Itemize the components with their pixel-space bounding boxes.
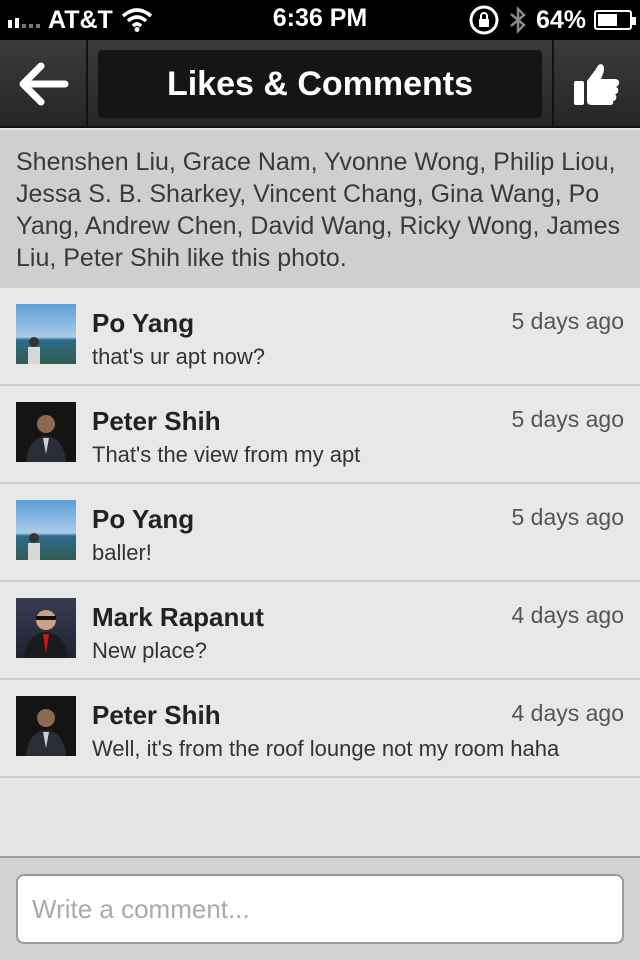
page-title: Likes & Comments (98, 50, 542, 118)
back-arrow-icon (19, 62, 69, 106)
signal-strength-icon (8, 12, 40, 28)
comment-item: Po Yang 5 days ago baller! (0, 484, 640, 582)
status-left: AT&T (8, 6, 153, 35)
back-button[interactable] (0, 40, 88, 128)
comment-author[interactable]: Mark Rapanut (92, 602, 264, 633)
comment-timestamp: 4 days ago (511, 602, 624, 628)
status-bar: AT&T 6:36 PM 64% (0, 0, 640, 40)
rotation-lock-icon (469, 5, 499, 35)
comment-timestamp: 4 days ago (511, 700, 624, 726)
like-button[interactable] (552, 40, 640, 128)
comment-text: New place? (92, 638, 207, 663)
wifi-icon (121, 8, 152, 32)
battery-fill (598, 14, 618, 26)
comment-author[interactable]: Po Yang (92, 504, 194, 535)
comment-author[interactable]: Po Yang (92, 308, 194, 339)
battery-percent: 64% (535, 5, 586, 34)
avatar[interactable] (16, 598, 76, 658)
comment-input[interactable] (16, 874, 624, 944)
likes-summary: Shenshen Liu, Grace Nam, Yvonne Wong, Ph… (0, 130, 640, 288)
battery-icon (594, 10, 636, 30)
comment-text: baller! (92, 540, 152, 565)
avatar[interactable] (16, 500, 76, 560)
avatar[interactable] (16, 402, 76, 462)
comment-composer (0, 856, 640, 960)
comment-text: That's the view from my apt (92, 442, 361, 467)
comments-list: Po Yang 5 days ago that's ur apt now? Pe… (0, 288, 640, 778)
thumbs-up-icon (574, 64, 620, 105)
avatar[interactable] (16, 696, 76, 756)
comment-timestamp: 5 days ago (511, 504, 624, 530)
comment-timestamp: 5 days ago (511, 308, 624, 334)
comment-text: Well, it's from the roof lounge not my r… (92, 736, 560, 761)
bluetooth-icon (510, 5, 526, 35)
comment-item: Peter Shih 5 days ago That's the view fr… (0, 386, 640, 484)
comment-text: that's ur apt now? (92, 344, 265, 369)
comment-item: Peter Shih 4 days ago Well, it's from th… (0, 680, 640, 778)
carrier-label: AT&T (48, 5, 113, 34)
comment-author[interactable]: Peter Shih (92, 406, 221, 437)
avatar[interactable] (16, 304, 76, 364)
comment-item: Mark Rapanut 4 days ago New place? (0, 582, 640, 680)
status-right: 64% (468, 4, 636, 36)
comment-timestamp: 5 days ago (511, 406, 624, 432)
comment-item: Po Yang 5 days ago that's ur apt now? (0, 288, 640, 386)
navigation-bar: Likes & Comments (0, 40, 640, 128)
comment-author[interactable]: Peter Shih (92, 700, 221, 731)
